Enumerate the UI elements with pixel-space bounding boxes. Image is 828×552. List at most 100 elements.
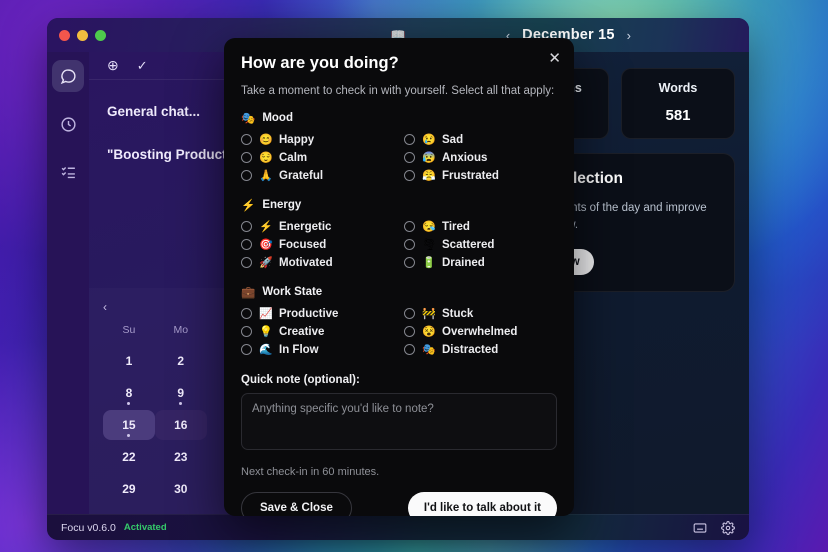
option-label: Overwhelmed bbox=[442, 325, 518, 338]
option-label: Sad bbox=[442, 133, 464, 146]
checkin-option[interactable]: 🌊 In Flow bbox=[241, 341, 394, 358]
option-radio[interactable] bbox=[241, 152, 252, 163]
option-grid: 📈 Productive 🚧 Stuck 💡 Creative 😵 Overwhelmed 🌊 I… bbox=[241, 305, 557, 358]
calendar-day-number: 16 bbox=[174, 418, 188, 432]
modal-subtitle: Take a moment to check in with yourself.… bbox=[241, 85, 555, 97]
option-emoji: 🔋 bbox=[422, 257, 436, 269]
option-label: Motivated bbox=[279, 256, 333, 269]
next-day-button[interactable]: › bbox=[627, 28, 631, 43]
option-label: Happy bbox=[279, 133, 315, 146]
checkin-option[interactable]: 😊 Happy bbox=[241, 131, 394, 148]
option-emoji: 🚧 bbox=[422, 308, 436, 320]
option-label: Anxious bbox=[442, 151, 488, 164]
calendar-day-cell[interactable]: 9 bbox=[155, 378, 207, 408]
option-radio[interactable] bbox=[241, 326, 252, 337]
confirm-icon[interactable]: ✓ bbox=[137, 58, 148, 74]
calendar-day-cell[interactable]: 22 bbox=[103, 442, 155, 472]
option-emoji: ⚡ bbox=[259, 221, 273, 233]
work-state-section-icon: 💼 bbox=[241, 287, 256, 299]
option-radio[interactable] bbox=[241, 134, 252, 145]
option-radio[interactable] bbox=[404, 134, 415, 145]
option-label: Grateful bbox=[279, 169, 324, 182]
option-radio[interactable] bbox=[241, 257, 252, 268]
checkin-option[interactable]: 📈 Productive bbox=[241, 305, 394, 322]
calendar-day-number: 8 bbox=[125, 386, 133, 400]
checkin-option[interactable]: 😢 Sad bbox=[404, 131, 557, 148]
calendar-day-cell[interactable]: 8 bbox=[103, 378, 155, 408]
checkin-option[interactable]: 🎯 Focused bbox=[241, 236, 394, 253]
chat-bubble-icon bbox=[60, 68, 76, 84]
checkin-option[interactable]: 🙏 Grateful bbox=[241, 167, 394, 184]
close-window-button[interactable] bbox=[59, 29, 70, 41]
talk-about-it-button[interactable]: I'd like to talk about it bbox=[407, 492, 557, 516]
section-header: 💼 Work State bbox=[241, 285, 557, 299]
maximize-window-button[interactable] bbox=[95, 29, 106, 41]
option-radio[interactable] bbox=[404, 152, 415, 163]
checkin-option[interactable]: 🎭 Distracted bbox=[404, 341, 557, 358]
sidebar-item-history[interactable] bbox=[52, 108, 84, 140]
modal-title: How are you doing? bbox=[241, 54, 399, 72]
calendar-day-dot bbox=[127, 402, 131, 405]
checkin-section-mood: 🎭 Mood 😊 Happy 😢 Sad 😌 Calm 😰 Anxious 🙏 Grateful 😤 Fr… bbox=[241, 111, 557, 184]
checkin-option[interactable]: 🚀 Motivated bbox=[241, 254, 394, 271]
calendar-day-cell[interactable]: 15 bbox=[103, 410, 155, 440]
option-radio[interactable] bbox=[404, 344, 415, 355]
checkin-option[interactable]: ⚡ Energetic bbox=[241, 218, 394, 235]
option-label: In Flow bbox=[279, 343, 319, 356]
option-radio[interactable] bbox=[241, 308, 252, 319]
option-radio[interactable] bbox=[404, 221, 415, 232]
option-radio[interactable] bbox=[404, 326, 415, 337]
calendar-day-number: 2 bbox=[177, 354, 185, 368]
checkin-option[interactable]: 😌 Calm bbox=[241, 149, 394, 166]
option-label: Distracted bbox=[442, 343, 499, 356]
option-emoji: 😊 bbox=[259, 134, 273, 146]
calendar-day-number: 9 bbox=[177, 386, 185, 400]
calendar-day-cell[interactable]: 1 bbox=[103, 346, 155, 376]
checkin-option[interactable]: 🌪 Scattered bbox=[404, 236, 557, 253]
checkin-option[interactable]: 🚧 Stuck bbox=[404, 305, 557, 322]
option-emoji: 🎯 bbox=[259, 239, 273, 251]
option-emoji: 😢 bbox=[422, 134, 436, 146]
calendar-day-dot bbox=[127, 434, 131, 437]
calendar-day-cell[interactable]: 29 bbox=[103, 474, 155, 504]
sidebar-item-tasks[interactable] bbox=[52, 156, 84, 188]
calendar-day-cell[interactable]: 30 bbox=[155, 474, 207, 504]
option-emoji: 😪 bbox=[422, 221, 436, 233]
option-radio[interactable] bbox=[241, 170, 252, 181]
close-modal-button[interactable]: ✕ bbox=[548, 51, 561, 66]
keyboard-icon[interactable] bbox=[693, 521, 707, 535]
minimize-window-button[interactable] bbox=[77, 29, 88, 41]
section-header: ⚡ Energy bbox=[241, 198, 557, 212]
new-chat-icon[interactable]: ⊕ bbox=[107, 57, 119, 74]
calendar-prev-month-button[interactable]: ‹ bbox=[103, 300, 107, 314]
checkin-option[interactable]: 💡 Creative bbox=[241, 323, 394, 340]
option-radio[interactable] bbox=[404, 308, 415, 319]
activation-status-badge: Activated bbox=[123, 522, 167, 533]
gear-icon[interactable] bbox=[721, 520, 735, 535]
option-emoji: 😌 bbox=[259, 152, 273, 164]
option-emoji: 🌊 bbox=[259, 344, 273, 356]
calendar-day-cell[interactable]: 2 bbox=[155, 346, 207, 376]
option-radio[interactable] bbox=[404, 257, 415, 268]
quick-note-input[interactable] bbox=[241, 393, 557, 450]
option-emoji: 😤 bbox=[422, 170, 436, 182]
save-and-close-button[interactable]: Save & Close bbox=[241, 492, 352, 516]
option-radio[interactable] bbox=[404, 239, 415, 250]
app-version-label: Focu v0.6.0 bbox=[61, 521, 116, 534]
calendar-day-cell[interactable]: 16 bbox=[154, 410, 207, 440]
sidebar-item-chat[interactable] bbox=[52, 60, 84, 92]
calendar-day-number: 22 bbox=[122, 450, 136, 464]
checkin-option[interactable]: 😰 Anxious bbox=[404, 149, 557, 166]
checkin-option[interactable]: 🔋 Drained bbox=[404, 254, 557, 271]
checkin-option[interactable]: 😪 Tired bbox=[404, 218, 557, 235]
option-radio[interactable] bbox=[241, 344, 252, 355]
option-emoji: 🌪 bbox=[422, 239, 436, 251]
calendar-day-cell[interactable]: 23 bbox=[155, 442, 207, 472]
option-emoji: 🎭 bbox=[422, 344, 436, 356]
checkin-section-work-state: 💼 Work State 📈 Productive 🚧 Stuck 💡 Creative 😵 Ov… bbox=[241, 285, 557, 358]
checkin-option[interactable]: 😤 Frustrated bbox=[404, 167, 557, 184]
checkin-option[interactable]: 😵 Overwhelmed bbox=[404, 323, 557, 340]
option-radio[interactable] bbox=[241, 239, 252, 250]
option-radio[interactable] bbox=[241, 221, 252, 232]
option-radio[interactable] bbox=[404, 170, 415, 181]
